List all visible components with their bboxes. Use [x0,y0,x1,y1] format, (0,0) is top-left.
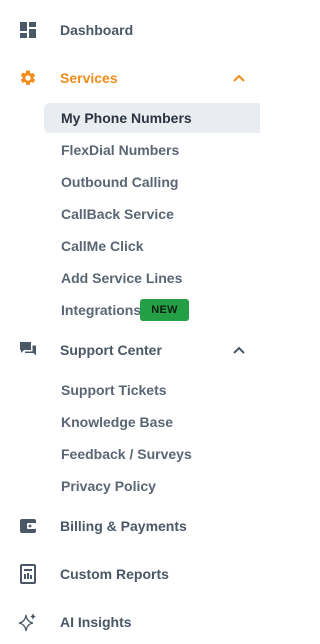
sidebar-subitem-privacy-policy[interactable]: Privacy Policy [0,471,260,501]
sidebar-subitem-label: FlexDial Numbers [61,142,180,158]
sidebar-subitem-callme-click[interactable]: CallMe Click [0,231,260,261]
sidebar-item-label: Dashboard [60,22,134,38]
sidebar-subitem-label: Privacy Policy [61,478,156,494]
report-document-icon [17,563,39,585]
sidebar-item-support-center[interactable]: Support Center [0,332,260,368]
sidebar-subitem-label: CallBack Service [61,206,174,222]
sidebar-item-billing-payments[interactable]: Billing & Payments [0,508,260,544]
sidebar-subitem-label: CallMe Click [61,238,144,254]
sidebar-subitem-knowledge-base[interactable]: Knowledge Base [0,407,260,437]
sidebar-subitem-label: Knowledge Base [61,414,174,430]
sidebar-item-dashboard[interactable]: Dashboard [0,12,260,48]
sidebar-subitem-integrations[interactable]: Integrations NEW [0,295,260,325]
sidebar-item-services[interactable]: Services [0,60,260,96]
sidebar-item-label: Billing & Payments [60,518,187,534]
sidebar-subitem-label: Add Service Lines [61,270,183,286]
sidebar-item-custom-reports[interactable]: Custom Reports [0,556,260,592]
sidebar-item-label: Support Center [60,342,162,358]
gear-icon [17,67,39,89]
sidebar-subitem-label: Integrations [61,302,142,318]
sidebar-subitem-flexdial-numbers[interactable]: FlexDial Numbers [0,135,260,165]
sidebar-item-label: Services [60,70,118,86]
sidebar-item-label: Custom Reports [60,566,169,582]
wallet-icon [17,515,39,537]
sidebar-subitem-label: Support Tickets [61,382,167,398]
dashboard-grid-icon [17,19,39,41]
sidebar-subitem-callback-service[interactable]: CallBack Service [0,199,260,229]
chevron-up-icon[interactable] [231,342,247,358]
sidebar-nav: Dashboard Services My Phone Numbers Flex… [0,0,260,644]
sidebar-subitem-my-phone-numbers[interactable]: My Phone Numbers [44,103,260,133]
new-badge: NEW [140,299,189,321]
sidebar-item-label: AI Insights [60,614,132,630]
sidebar-subitem-outbound-calling[interactable]: Outbound Calling [0,167,260,197]
sparkles-icon [17,611,39,633]
sidebar-subitem-label: Outbound Calling [61,174,179,190]
sidebar-subitem-label: Feedback / Surveys [61,446,192,462]
sidebar-subitem-support-tickets[interactable]: Support Tickets [0,375,260,405]
sidebar-item-ai-insights[interactable]: AI Insights [0,604,260,640]
sidebar-subitem-feedback-surveys[interactable]: Feedback / Surveys [0,439,260,469]
sidebar-subitem-add-service-lines[interactable]: Add Service Lines [0,263,260,293]
sidebar-subitem-label: My Phone Numbers [61,110,192,126]
chevron-up-icon[interactable] [231,70,247,86]
chat-bubbles-icon [17,339,39,361]
